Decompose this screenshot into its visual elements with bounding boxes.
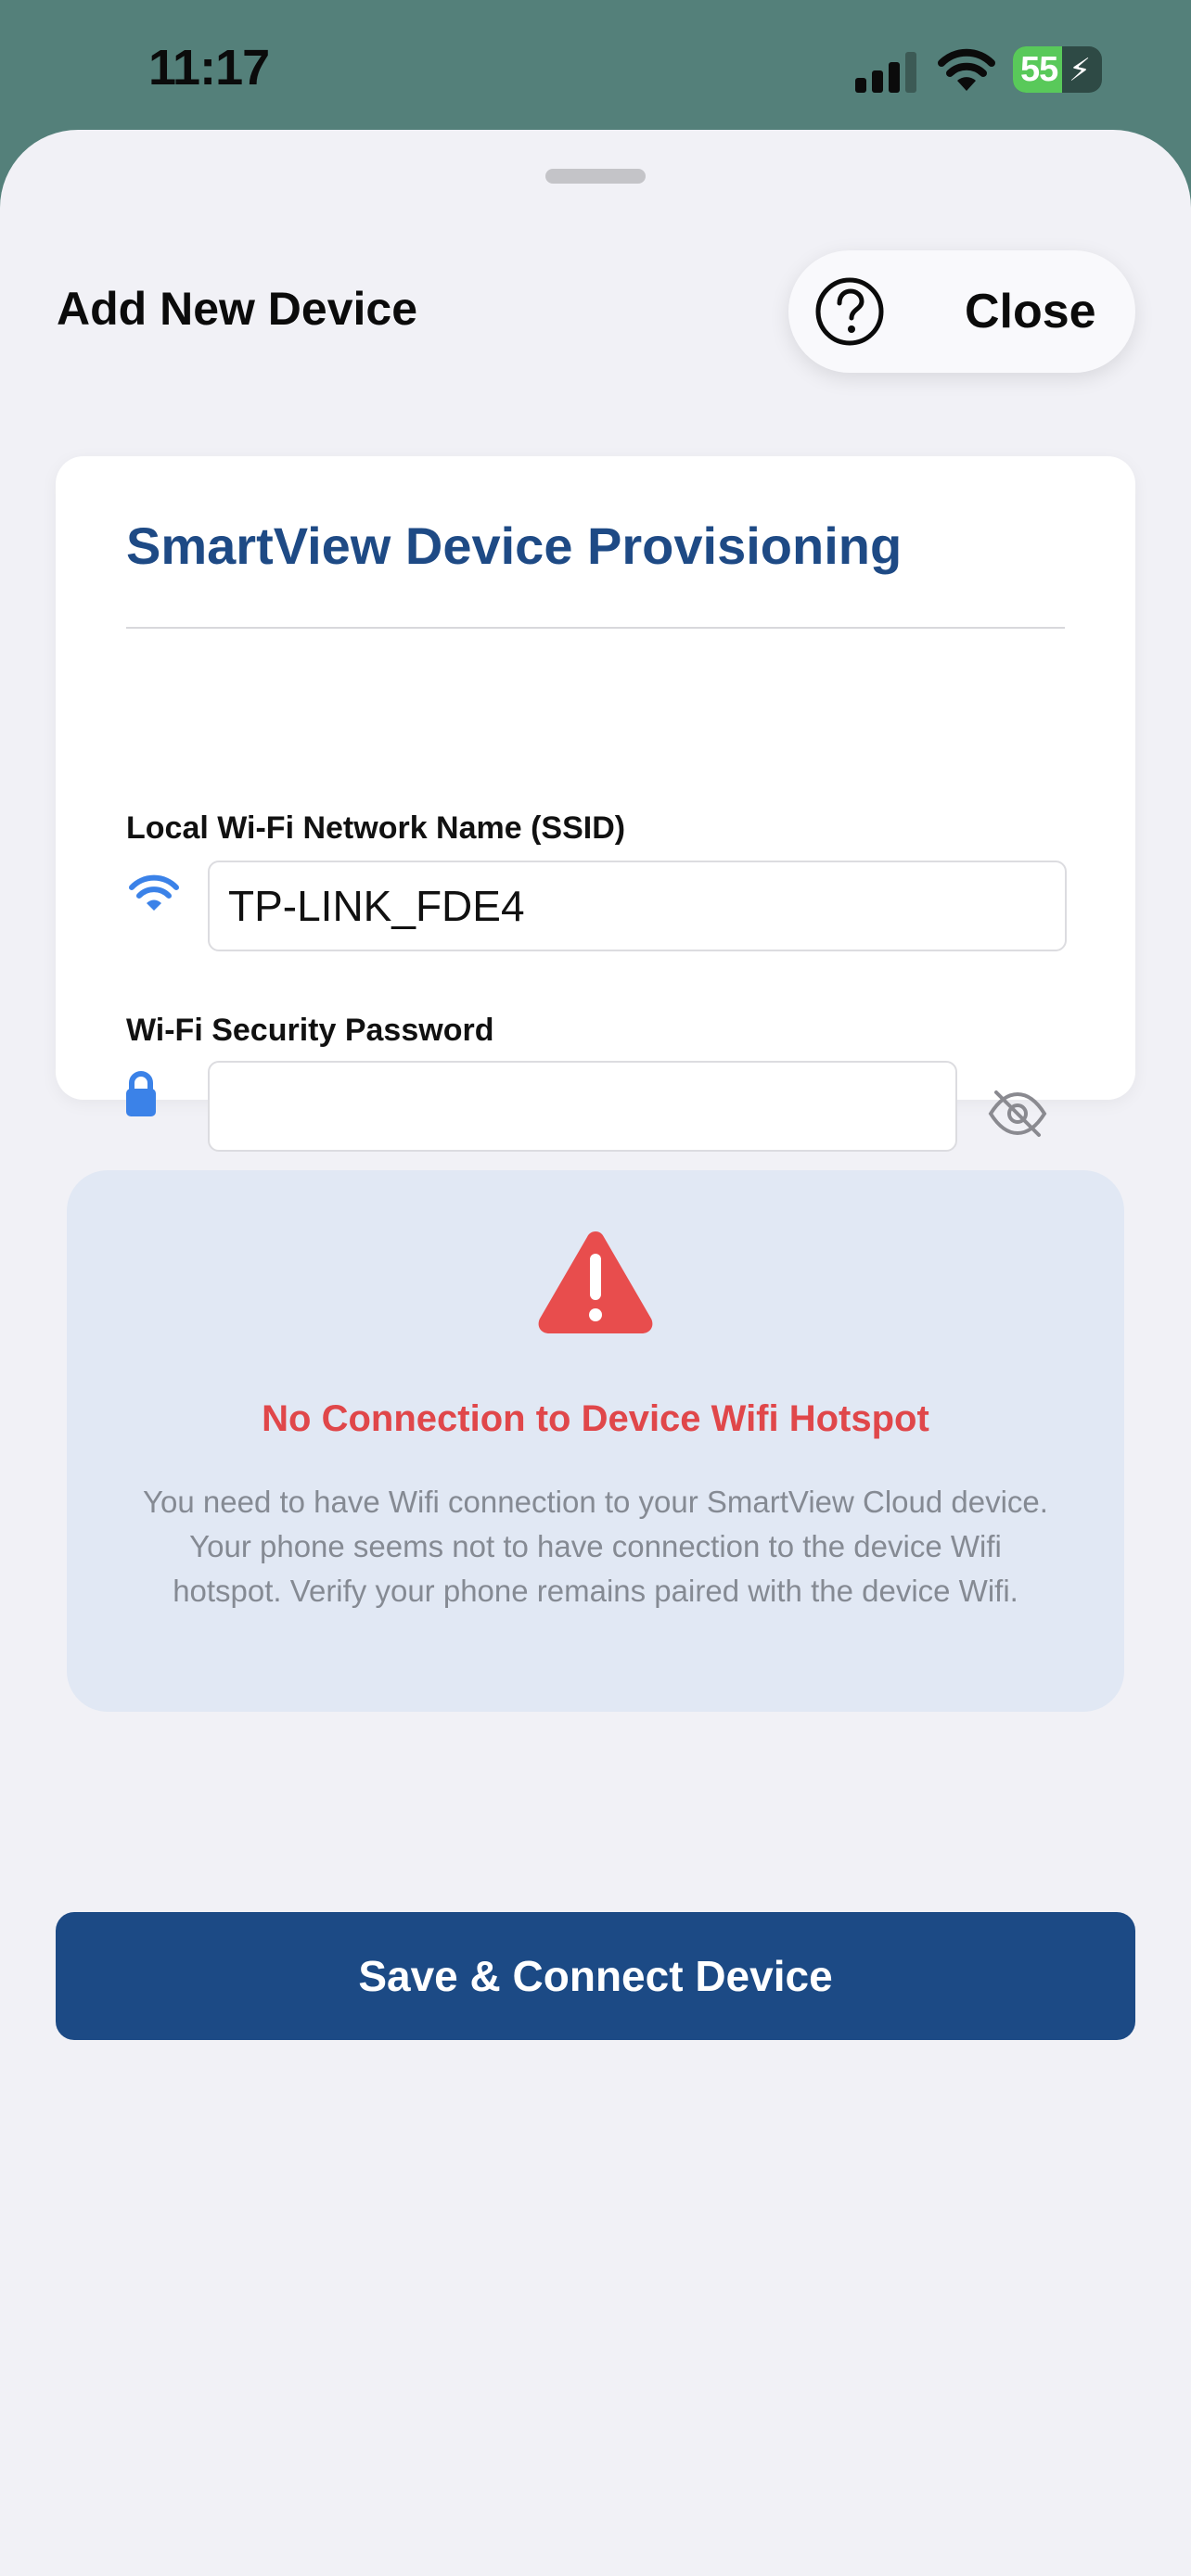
wifi-icon xyxy=(129,874,179,911)
warning-title: No Connection to Device Wifi Hotspot xyxy=(262,1398,929,1439)
warning-triangle-icon xyxy=(538,1231,653,1333)
close-button[interactable]: Close xyxy=(965,284,1096,339)
card-divider xyxy=(126,627,1065,629)
question-circle-icon[interactable] xyxy=(813,274,887,349)
charging-bolt-icon: ⚡ xyxy=(1069,53,1091,88)
wifi-status-icon xyxy=(938,48,995,91)
ssid-input[interactable] xyxy=(208,861,1067,951)
cellular-signal-icon xyxy=(855,52,916,93)
header-actions-pill: Close xyxy=(788,250,1135,373)
battery-percent: 55 xyxy=(1020,50,1058,89)
eye-slash-icon[interactable] xyxy=(987,1089,1048,1139)
lock-icon xyxy=(126,1071,156,1116)
sheet-title: Add New Device xyxy=(57,283,418,335)
warning-message: You need to have Wifi connection to your… xyxy=(143,1485,1048,1608)
password-label: Wi-Fi Security Password xyxy=(126,1013,494,1048)
add-device-sheet: Add New Device Close SmartView Device Pr… xyxy=(0,130,1191,2576)
card-title: SmartView Device Provisioning xyxy=(126,516,903,575)
status-bar: 11:17 55 ⚡ xyxy=(0,0,1191,130)
ssid-label: Local Wi-Fi Network Name (SSID) xyxy=(126,810,626,846)
status-time: 11:17 xyxy=(148,40,270,96)
battery-indicator: 55 ⚡ xyxy=(1013,46,1102,93)
save-connect-button[interactable]: Save & Connect Device xyxy=(56,1912,1135,2040)
password-input[interactable] xyxy=(208,1061,957,1152)
sheet-grabber[interactable] xyxy=(545,169,646,184)
provisioning-card: SmartView Device Provisioning Local Wi-F… xyxy=(56,456,1135,1152)
connection-warning: No Connection to Device Wifi Hotspot You… xyxy=(67,1170,1124,1712)
